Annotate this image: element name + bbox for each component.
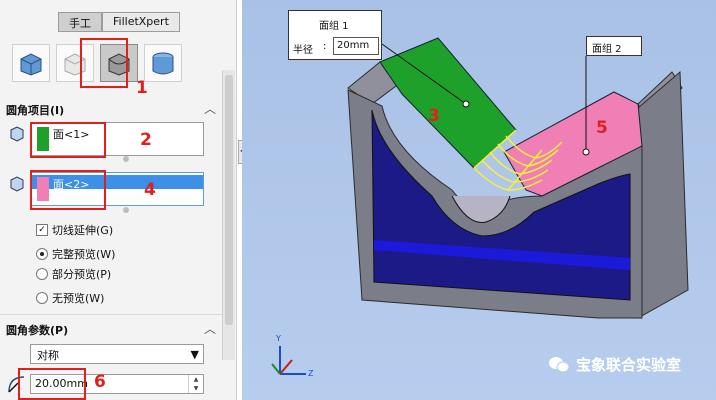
collapse-icon[interactable]: ︿: [204, 320, 216, 337]
marker-3: 3: [428, 106, 440, 126]
tab-filletxpert[interactable]: FilletXpert: [102, 12, 180, 32]
constant-fillet-icon: [20, 53, 42, 76]
highlight-box-2: [30, 122, 106, 158]
scrollbar-thumb[interactable]: [225, 75, 233, 325]
callout-radius-value: 20mm: [337, 40, 370, 51]
marker-5: 5: [596, 118, 608, 138]
list-resize-handle[interactable]: [123, 156, 129, 162]
full-round-fillet-icon: [152, 52, 174, 75]
highlight-box-1: [80, 38, 128, 88]
partial-preview-label: 部分预览(P): [52, 268, 112, 281]
face-group-1-label: 面组 1: [319, 21, 349, 32]
constant-radius-fillet-button[interactable]: [12, 44, 50, 82]
callout-radius-field[interactable]: 20mm: [333, 37, 379, 55]
wechat-icon: [549, 356, 570, 372]
full-round-fillet-button[interactable]: [144, 44, 182, 82]
marker-6: 6: [94, 372, 106, 392]
radio-icon: [36, 292, 48, 304]
full-preview-radio[interactable]: 完整预览(W): [36, 246, 115, 262]
panel-tabs: 手工 FilletXpert: [58, 12, 180, 32]
callout-2-anchor: [582, 148, 590, 156]
fillet-method-value: 对称: [37, 349, 59, 362]
face-selection-icon: [10, 176, 24, 192]
chevron-down-icon: ▼: [190, 348, 199, 361]
face-selection-icon: [10, 126, 24, 142]
fillet-property-manager: 手工 FilletXpert 1 圆角项目(I) ︿ 面<1> 2 面<2> 4…: [0, 0, 237, 400]
v-block-model[interactable]: [242, 0, 716, 400]
marker-2: 2: [140, 130, 152, 150]
marker-4: 4: [144, 180, 156, 200]
face-group-2-label: 面组 2: [592, 44, 622, 55]
highlight-box-4: [30, 170, 106, 210]
tangent-propagation-label: 切线延伸(G): [52, 224, 114, 237]
right-side-face[interactable]: [637, 70, 689, 319]
fillet-params-header: 圆角参数(P): [6, 324, 69, 337]
axis-triad: [271, 346, 306, 375]
radius-spinner[interactable]: ▲ ▼: [188, 375, 203, 393]
checkmark-icon: ✓: [36, 224, 48, 236]
colon: :: [323, 41, 327, 52]
fillet-items-header: 圆角项目(I): [6, 104, 65, 117]
callout-1-anchor: [462, 100, 470, 108]
no-preview-radio[interactable]: 无预览(W): [36, 290, 104, 306]
face-group-2-callout[interactable]: 面组 2: [586, 36, 642, 56]
tab-manual[interactable]: 手工: [58, 12, 102, 32]
face-group-1-callout[interactable]: 面组 1 半径 : 20mm: [288, 10, 382, 60]
watermark: 宝象联合实验室: [548, 354, 681, 375]
full-preview-label: 完整预览(W): [52, 248, 116, 261]
list-resize-handle[interactable]: [123, 207, 129, 213]
marker-1: 1: [136, 78, 148, 98]
axis-label-y: Y: [276, 334, 281, 343]
divider: [0, 314, 222, 315]
highlight-box-6: [18, 368, 86, 400]
fillet-method-select[interactable]: 对称 ▼: [30, 344, 204, 364]
radio-icon: [36, 268, 48, 280]
axis-label-z: Z: [308, 369, 314, 378]
collapse-icon[interactable]: ︿: [204, 100, 216, 117]
graphics-viewport[interactable]: 3 5 面组 1 半径 : 20mm 面组 2 Y Z: [242, 0, 716, 400]
no-preview-label: 无预览(W): [52, 292, 105, 305]
watermark-text: 宝象联合实验室: [576, 356, 682, 374]
radius-label: 半径: [293, 45, 313, 56]
panel-scrollbar[interactable]: [222, 70, 235, 360]
partial-preview-radio[interactable]: 部分预览(P): [36, 266, 111, 282]
radio-selected-icon: [36, 248, 48, 260]
tangent-propagation-checkbox[interactable]: ✓ 切线延伸(G): [36, 222, 113, 238]
